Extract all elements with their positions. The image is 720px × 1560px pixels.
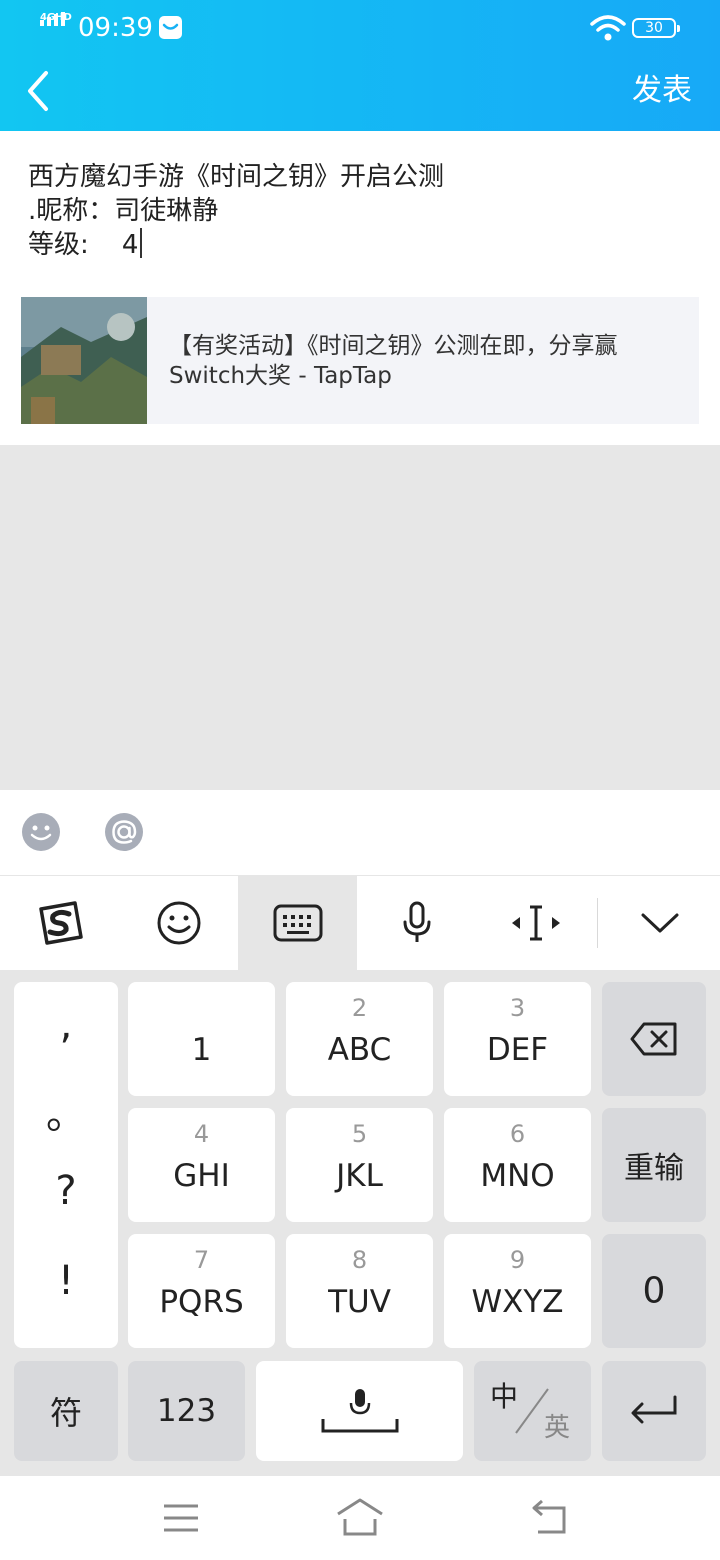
lang-en-label: 英 [544,1413,571,1443]
message-notification-icon [159,16,182,39]
voice-space-icon [321,1389,399,1433]
key-1-label: 1 [191,1032,212,1068]
keyboard-icon [273,904,322,942]
post-line-3: 等级: 4 [28,228,688,262]
backspace-key[interactable] [602,982,706,1096]
ime-toolbar [0,876,720,970]
ime-hide-button[interactable] [600,876,719,970]
numeric-key-label: 123 [156,1393,217,1429]
punctuation-column: , 。 ? ! [14,982,118,1348]
key-5-letters: JKL [336,1158,383,1194]
key-2-letters: ABC [327,1032,392,1068]
microphone-icon [403,901,430,942]
text-caret [140,228,143,258]
key-3-letters: DEF [486,1032,549,1068]
ime-toolbar-divider [597,898,598,948]
system-nav-bar [0,1476,720,1560]
back-button[interactable] [20,64,60,118]
mention-icon[interactable] [104,812,144,852]
reenter-key-label: 重输 [624,1151,684,1186]
reenter-key[interactable]: 重输 [602,1108,706,1222]
key-3-number: 3 [509,994,526,1022]
shared-link-title: 【有奖活动】《时间之钥》公测在即，分享赢Switch大奖 - TapTap [169,333,618,389]
key-2-number: 2 [351,994,368,1022]
cursor-move-icon [511,905,560,941]
key-4-number: 4 [193,1120,210,1148]
sogou-logo-icon [38,901,83,945]
content-gap [0,445,720,790]
key-0[interactable]: 0 [602,1234,706,1348]
key-7[interactable]: 7 PQRS [128,1234,275,1348]
key-9-letters: WXYZ [471,1284,564,1320]
key-8[interactable]: 8 TUV [286,1234,433,1348]
key-6-letters: MNO [480,1158,555,1194]
key-8-letters: TUV [328,1284,391,1320]
chevron-left-icon [28,71,48,111]
post-line-1: 西方魔幻手游《时间之钥》开启公测 [28,162,445,192]
punct-period[interactable]: 。 [14,1082,118,1140]
publish-button[interactable]: 发表 [632,70,692,112]
app-header: 4GHD 09:39 30 发表 [0,0,720,131]
backspace-icon [630,1022,677,1056]
key-6-number: 6 [509,1120,526,1148]
signal-icon: 4GHD [40,12,72,40]
key-4[interactable]: 4 GHI [128,1108,275,1222]
language-switch-key[interactable]: 中 英 [474,1361,591,1461]
battery-level: 30 [645,20,663,36]
ime-voice-button[interactable] [357,876,476,970]
key-5-number: 5 [351,1120,368,1148]
emoji-icon[interactable] [21,812,61,852]
enter-key[interactable] [602,1361,706,1461]
key-9[interactable]: 9 WXYZ [444,1234,591,1348]
space-key[interactable] [256,1361,463,1461]
menu-icon[interactable] [156,1496,206,1540]
key-9-number: 9 [509,1246,526,1274]
ime-keyboard-button[interactable] [238,876,357,970]
enter-icon [631,1395,677,1424]
shared-link-card[interactable]: 【有奖活动】《时间之钥》公测在即，分享赢Switch大奖 - TapTap [21,297,699,424]
punct-question[interactable]: ? [14,1168,118,1214]
post-text-editor[interactable]: 西方魔幻手游《时间之钥》开启公测 .昵称：司徒琳静 等级: 4 [28,160,688,262]
key-7-letters: PQRS [159,1284,244,1320]
nine-key-keyboard: , 。 ? ! 1 2 ABC 3 DEF 4 GHI 5 JKL 6 MNO … [0,970,720,1476]
key-8-number: 8 [351,1246,368,1274]
key-0-label: 0 [642,1270,666,1312]
key-5[interactable]: 5 JKL [286,1108,433,1222]
game-thumbnail [21,297,147,424]
numeric-key[interactable]: 123 [128,1361,245,1461]
key-4-letters: GHI [173,1158,230,1194]
key-1[interactable]: 1 [128,982,275,1096]
symbols-key[interactable]: 符 [14,1361,118,1461]
status-time: 09:39 [78,13,153,43]
wifi-icon [590,15,626,41]
smiley-icon [157,901,200,945]
status-bar: 4GHD 09:39 30 [0,0,720,56]
symbols-key-label: 符 [49,1394,82,1432]
key-2[interactable]: 2 ABC [286,982,433,1096]
key-6[interactable]: 6 MNO [444,1108,591,1222]
home-icon[interactable] [335,1496,385,1540]
chevron-down-icon [641,913,678,933]
key-3[interactable]: 3 DEF [444,982,591,1096]
battery-indicator: 30 [632,18,680,38]
punct-comma[interactable]: , [14,1002,118,1048]
punct-exclamation[interactable]: ! [14,1258,118,1304]
editor-toolbar [0,790,720,876]
ime-cursor-button[interactable] [476,876,595,970]
post-line-2: .昵称：司徒琳静 [28,196,219,226]
key-7-number: 7 [193,1246,210,1274]
post-line-3-text: 等级: 4 [28,230,139,260]
ime-emoji-button[interactable] [119,876,238,970]
ime-logo-button[interactable] [0,876,119,970]
back-nav-icon[interactable] [524,1496,574,1540]
